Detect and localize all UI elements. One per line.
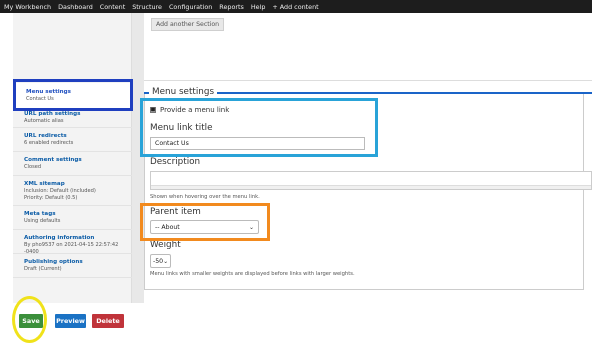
sidebar-item-title: Authoring information — [24, 235, 95, 241]
textarea-resize-handle[interactable] — [151, 185, 591, 189]
weight-value: -50 — [153, 257, 164, 265]
sidebar-item-xml-sitemap[interactable]: XML sitemap Inclusion: Default (included… — [13, 178, 132, 206]
description-label: Description — [150, 157, 201, 167]
add-section-button[interactable]: Add another Section — [151, 18, 225, 31]
vertical-tabs-sidebar: Menu settings Contact Us URL path settin… — [13, 13, 132, 303]
toolbar-dashboard[interactable]: Dashboard — [58, 3, 93, 11]
menu-settings-legend: Menu settings — [149, 87, 218, 97]
sidebar-item-summary: 6 enabled redirects — [24, 140, 74, 146]
sidebar-item-summary: Draft (Current) — [24, 266, 62, 272]
chevron-down-icon: ⌄ — [163, 257, 169, 265]
highlight-menu-link-fields — [140, 98, 378, 157]
sidebar-item-summary-2: Priority: Default (0.5) — [24, 194, 78, 201]
toolbar-configuration[interactable]: Configuration — [169, 3, 212, 11]
sidebar-item-url-path-settings[interactable]: URL path settings Automatic alias — [13, 111, 132, 128]
admin-toolbar: My Workbench Dashboard Content Structure… — [0, 0, 592, 13]
sidebar-item-url-redirects[interactable]: URL redirects 6 enabled redirects — [13, 130, 132, 152]
description-help-text: Shown when hovering over the menu link. — [150, 194, 260, 200]
sidebar-item-meta-tags[interactable]: Meta tags Using defaults — [13, 208, 132, 230]
description-textarea[interactable] — [150, 171, 592, 190]
highlight-save-button — [12, 296, 47, 343]
highlight-parent-item — [140, 203, 270, 241]
layout-gutter — [132, 13, 144, 303]
sidebar-item-summary: Automatic alias — [24, 118, 64, 124]
toolbar-add-content[interactable]: + Add content — [272, 3, 318, 11]
toolbar-reports[interactable]: Reports — [219, 3, 244, 11]
sidebar-item-authoring-information[interactable]: Authoring information By pho9537 on 2021… — [13, 232, 132, 255]
divider — [144, 80, 592, 81]
toolbar-help[interactable]: Help — [251, 3, 266, 11]
weight-label: Weight — [150, 240, 181, 250]
weight-select[interactable]: -50 ⌄ — [150, 254, 171, 268]
delete-button[interactable]: Delete — [92, 314, 124, 328]
toolbar-my-workbench[interactable]: My Workbench — [4, 3, 51, 11]
preview-button[interactable]: Preview — [55, 314, 86, 328]
sidebar-item-title: Meta tags — [24, 211, 56, 217]
sidebar-item-summary: Closed — [24, 164, 42, 170]
sidebar-item-summary: By pho9537 on 2021-04-15 22:57:42 -0400 — [24, 242, 119, 255]
toolbar-structure[interactable]: Structure — [132, 3, 162, 11]
sidebar-item-title: Publishing options — [24, 259, 83, 265]
sidebar-item-title: Comment settings — [24, 157, 82, 163]
sidebar-item-publishing-options[interactable]: Publishing options Draft (Current) — [13, 256, 132, 278]
sidebar-item-comment-settings[interactable]: Comment settings Closed — [13, 154, 132, 176]
sidebar-item-title: XML sitemap — [24, 181, 65, 187]
toolbar-content[interactable]: Content — [100, 3, 125, 11]
sidebar-item-summary: Using defaults — [24, 218, 61, 224]
sidebar-item-title: URL path settings — [24, 111, 81, 117]
highlight-menu-settings-tab — [13, 79, 133, 111]
sidebar-item-title: URL redirects — [24, 133, 67, 139]
layout-builder-region: Add another Section — [144, 13, 592, 79]
weight-help-text: Menu links with smaller weights are disp… — [150, 271, 355, 277]
